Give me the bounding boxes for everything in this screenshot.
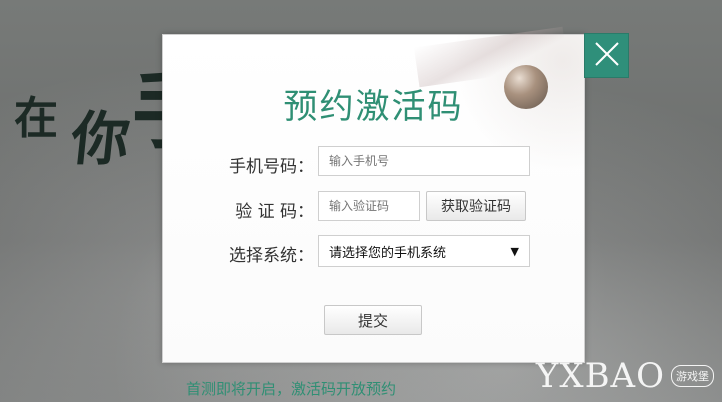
system-select-value: 请选择您的手机系统: [329, 245, 447, 261]
verification-code-label: 验 证 码：: [235, 202, 314, 222]
close-icon: [590, 37, 624, 75]
calligraphy-char-1: 在: [14, 93, 58, 144]
phone-input[interactable]: [318, 146, 530, 176]
get-verification-code-button[interactable]: 获取验证码: [426, 191, 526, 221]
phone-label: 手机号码：: [229, 157, 314, 177]
system-select[interactable]: 请选择您的手机系统 ▼: [318, 235, 530, 267]
watermark-text: YXBAO: [535, 356, 665, 396]
site-watermark: YXBAO 游戏堡: [536, 356, 714, 396]
footer-note: 首测即将开启，激活码开放预约: [186, 380, 397, 398]
submit-button[interactable]: 提交: [324, 305, 422, 335]
calligraphy-char-2: 你: [67, 105, 134, 173]
verification-code-row: 验 证 码： 获取验证码: [163, 191, 584, 223]
reservation-dialog: 预约激活码 手机号码： 验 证 码： 获取验证码 选择系统： 请选择您的手机系统…: [162, 26, 585, 363]
system-label: 选择系统：: [229, 246, 314, 266]
watermark-seal: 游戏堡: [671, 365, 714, 387]
caret-down-icon: ▼: [510, 245, 519, 258]
phone-row: 手机号码：: [163, 146, 584, 178]
verification-code-input[interactable]: [318, 191, 420, 221]
dialog-title: 预约激活码: [283, 87, 464, 127]
close-button[interactable]: [584, 33, 629, 78]
system-row: 选择系统： 请选择您的手机系统 ▼: [163, 235, 584, 267]
